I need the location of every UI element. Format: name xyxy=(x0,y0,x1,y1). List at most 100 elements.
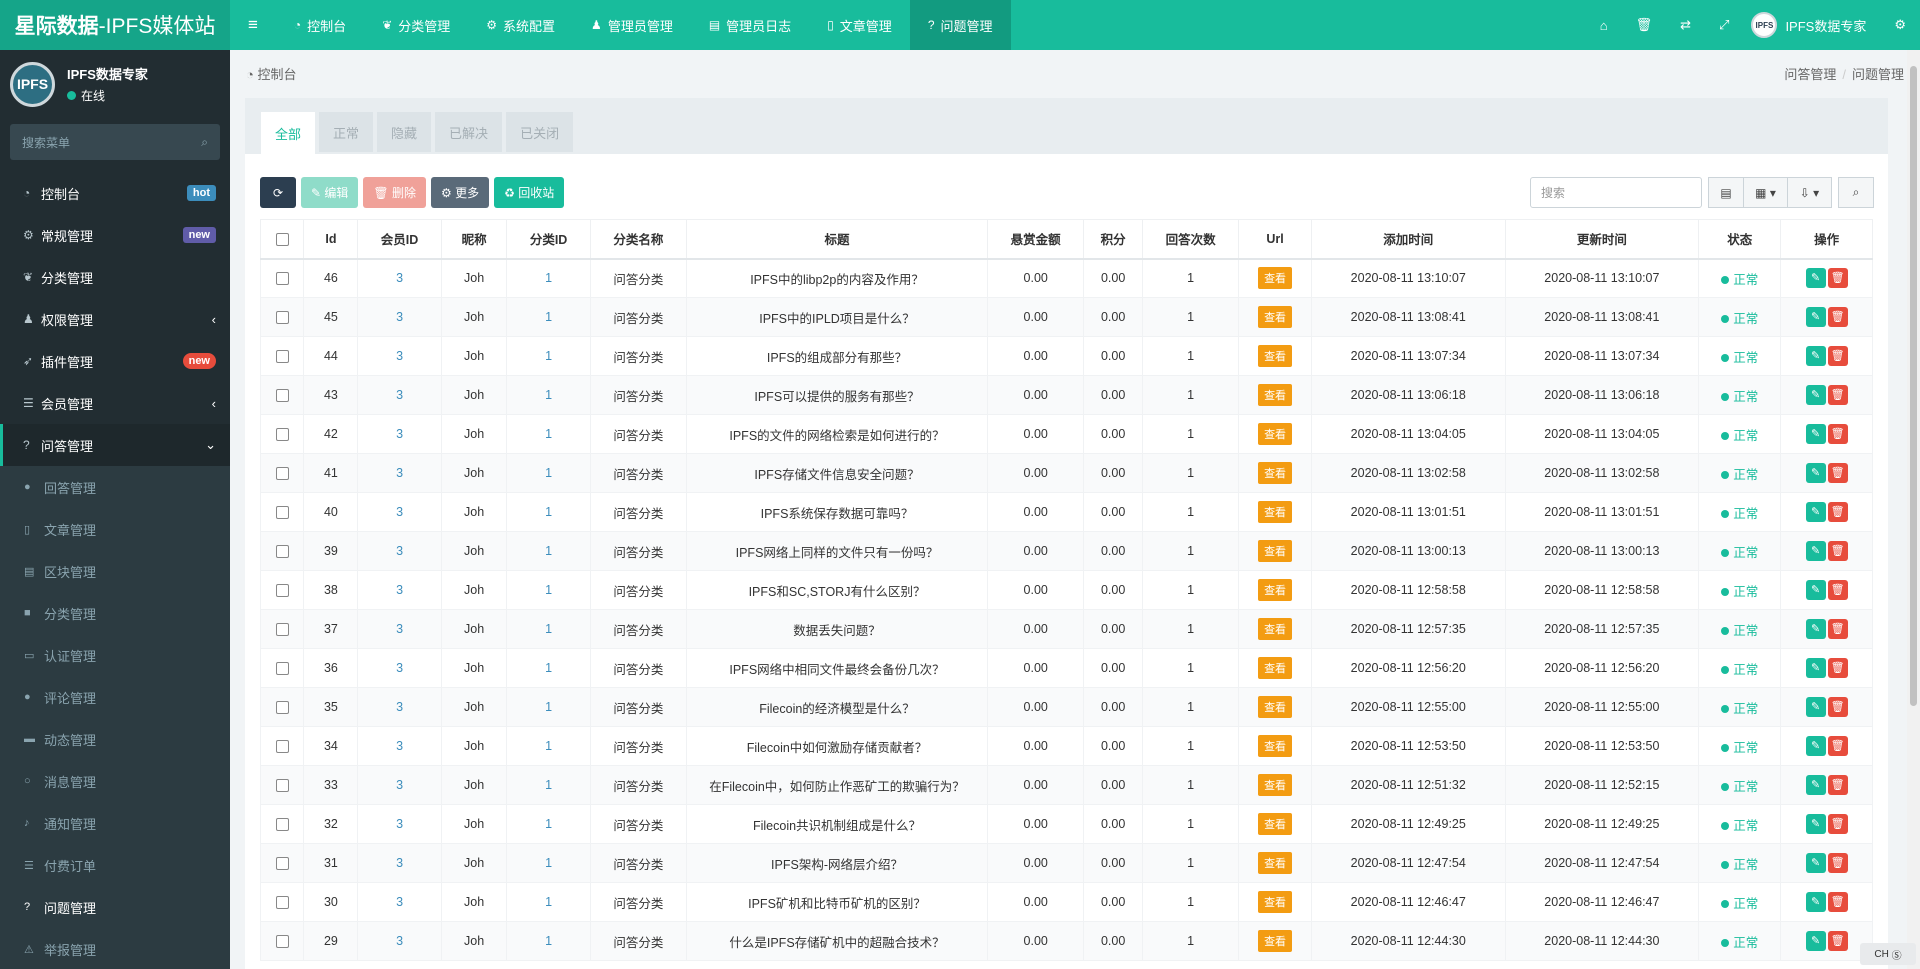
table-row[interactable]: 34 3 Joh 1 问答分类 Filecoin中如何激励存储贡献者？ 0.00 0.00 1 查… xyxy=(259,726,1873,766)
submenu-item-7[interactable]: ○ 消息管理 xyxy=(0,760,230,802)
row-select-cell[interactable] xyxy=(259,531,305,571)
cell-cat_id-value[interactable]: 1 xyxy=(545,349,552,363)
cell-member_id-value[interactable]: 3 xyxy=(396,622,403,636)
view-url-button[interactable]: 查看 xyxy=(1258,540,1293,562)
row-delete-button[interactable]: 🗑 xyxy=(1827,268,1848,289)
tab-1[interactable]: 正常 xyxy=(319,112,374,152)
sidebar-item-4[interactable]: ➶ 插件管理 new xyxy=(0,340,230,382)
row-select-cell[interactable] xyxy=(259,492,305,532)
table-row[interactable]: 31 3 Joh 1 问答分类 IPFS架构-网络层介绍？ 0.00 0.00 1 查看 2020-… xyxy=(259,843,1873,883)
status-badge[interactable]: 正常 xyxy=(1721,351,1758,365)
sidebar-toggle-button[interactable]: ≡ xyxy=(230,0,276,50)
status-badge[interactable]: 正常 xyxy=(1721,624,1758,638)
row-edit-button[interactable]: ✎ xyxy=(1805,268,1826,289)
tab-3[interactable]: 已解决 xyxy=(435,112,503,152)
edit-button[interactable]: ✎ 编辑 xyxy=(301,177,359,208)
row-delete-button[interactable]: 🗑 xyxy=(1827,346,1848,366)
row-select-cell[interactable] xyxy=(259,648,305,688)
topnav-item-1[interactable]: ❦ 分类管理 xyxy=(364,0,468,50)
sidebar-item-2[interactable]: ❦ 分类管理 xyxy=(0,256,230,298)
row-edit-button[interactable]: ✎ xyxy=(1805,541,1826,561)
row-select-cell[interactable] xyxy=(259,726,305,766)
tab-2[interactable]: 隐藏 xyxy=(377,112,432,152)
cell-cat_id-value[interactable]: 1 xyxy=(545,700,552,714)
settings-icon[interactable]: ⚙ xyxy=(1880,17,1920,33)
status-badge[interactable]: 正常 xyxy=(1721,819,1758,833)
view-url-button[interactable]: 查看 xyxy=(1258,501,1293,523)
view-url-button[interactable]: 查看 xyxy=(1258,306,1293,328)
column-header-8[interactable]: 回答次数 xyxy=(1141,219,1240,260)
sidebar-item-0[interactable]: ◔ 控制台 hot xyxy=(0,172,230,214)
row-checkbox[interactable] xyxy=(275,311,289,325)
tab-4[interactable]: 已关闭 xyxy=(506,112,574,152)
submenu-item-11[interactable]: ⚠ 举报管理 xyxy=(0,928,230,969)
table-row[interactable]: 43 3 Joh 1 问答分类 IPFS可以提供的服务有那些？ 0.00 0.00 1 查看 202… xyxy=(259,375,1873,415)
status-badge[interactable]: 正常 xyxy=(1721,546,1758,560)
column-header-7[interactable]: 积分 xyxy=(1083,219,1143,260)
row-delete-button[interactable]: 🗑 xyxy=(1827,541,1848,561)
cell-member_id-value[interactable]: 3 xyxy=(396,388,403,402)
fullscreen-icon[interactable]: ⤢ xyxy=(1705,17,1743,33)
submenu-item-4[interactable]: ▭ 认证管理 xyxy=(0,634,230,676)
view-url-button[interactable]: 查看 xyxy=(1258,267,1293,290)
row-edit-button[interactable]: ✎ xyxy=(1805,853,1826,873)
delete-button[interactable]: 🗑 删除 xyxy=(363,177,426,208)
row-checkbox[interactable] xyxy=(275,272,289,286)
topnav-item-2[interactable]: ⚙ 系统配置 xyxy=(468,0,573,50)
row-checkbox[interactable] xyxy=(275,428,289,442)
table-row[interactable]: 32 3 Joh 1 问答分类 Filecoin共识机制组成是什么？ 0.00 0.00 1 查看… xyxy=(259,804,1873,844)
topnav-item-4[interactable]: ▤ 管理员日志 xyxy=(691,0,809,50)
view-url-button[interactable]: 查看 xyxy=(1258,774,1293,796)
cell-cat_id-value[interactable]: 1 xyxy=(545,622,552,636)
row-edit-button[interactable]: ✎ xyxy=(1805,931,1826,951)
cell-member_id-value[interactable]: 3 xyxy=(396,661,403,675)
submenu-item-9[interactable]: ☰ 付费订单 xyxy=(0,844,230,886)
more-button[interactable]: ⚙ 更多 xyxy=(431,177,490,208)
refresh-button[interactable]: ⟳ xyxy=(260,177,296,208)
column-header-6[interactable]: 悬赏金额 xyxy=(987,219,1085,260)
row-edit-button[interactable]: ✎ xyxy=(1805,736,1826,756)
ime-indicator[interactable]: CH Ⓢ xyxy=(1860,943,1916,965)
cell-cat_id-value[interactable]: 1 xyxy=(545,388,552,402)
column-header-3[interactable]: 分类ID xyxy=(506,219,591,260)
cell-cat_id-value[interactable]: 1 xyxy=(545,778,552,792)
row-edit-button[interactable]: ✎ xyxy=(1805,424,1826,444)
tab-0[interactable]: 全部 xyxy=(261,112,316,154)
row-select-cell[interactable] xyxy=(259,570,305,610)
status-badge[interactable]: 正常 xyxy=(1721,468,1758,482)
cell-cat_id-value[interactable]: 1 xyxy=(545,544,552,558)
row-select-cell[interactable] xyxy=(259,336,305,376)
cell-member_id-value[interactable]: 3 xyxy=(396,505,403,519)
status-badge[interactable]: 正常 xyxy=(1721,741,1758,755)
row-delete-button[interactable]: 🗑 xyxy=(1827,658,1848,678)
sidebar-item-6[interactable]: ? 问答管理 ⌄ xyxy=(0,424,230,466)
status-badge[interactable]: 正常 xyxy=(1721,429,1758,443)
view-url-button[interactable]: 查看 xyxy=(1258,462,1293,484)
column-header-12[interactable]: 状态 xyxy=(1698,219,1782,260)
cell-member_id-value[interactable]: 3 xyxy=(396,739,403,753)
table-search-input[interactable]: 搜索 xyxy=(1530,177,1702,208)
status-badge[interactable]: 正常 xyxy=(1721,702,1758,716)
row-select-cell[interactable] xyxy=(259,687,305,727)
row-checkbox[interactable] xyxy=(275,584,289,598)
status-badge[interactable]: 正常 xyxy=(1721,780,1758,794)
row-edit-button[interactable]: ✎ xyxy=(1805,619,1826,639)
table-row[interactable]: 37 3 Joh 1 问答分类 数据丢失问题？ 0.00 0.00 1 查看 2020-08-11 … xyxy=(259,609,1873,649)
status-badge[interactable]: 正常 xyxy=(1721,312,1758,326)
view-url-button[interactable]: 查看 xyxy=(1258,852,1293,874)
columns-dropdown-button[interactable]: ▦ ▾ xyxy=(1744,177,1788,208)
submenu-item-3[interactable]: ■ 分类管理 xyxy=(0,592,230,634)
cell-member_id-value[interactable]: 3 xyxy=(396,856,403,870)
row-select-cell[interactable] xyxy=(259,297,305,337)
view-url-button[interactable]: 查看 xyxy=(1258,423,1293,445)
status-badge[interactable]: 正常 xyxy=(1721,663,1758,677)
table-row[interactable]: 38 3 Joh 1 问答分类 IPFS和SC,STORJ有什么区别？ 0.00 0.00 1 查… xyxy=(259,570,1873,610)
submenu-item-8[interactable]: ♪ 通知管理 xyxy=(0,802,230,844)
cell-cat_id-value[interactable]: 1 xyxy=(545,739,552,753)
table-row[interactable]: 44 3 Joh 1 问答分类 IPFS的组成部分有那些？ 0.00 0.00 1 查看 2020-… xyxy=(259,336,1873,376)
column-header-1[interactable]: 会员ID xyxy=(357,219,442,260)
breadcrumb-item-qa[interactable]: 问答管理 xyxy=(1784,67,1836,82)
column-header-5[interactable]: 标题 xyxy=(685,219,989,260)
column-header-11[interactable]: 更新时间 xyxy=(1504,219,1700,260)
row-checkbox[interactable] xyxy=(275,701,289,715)
